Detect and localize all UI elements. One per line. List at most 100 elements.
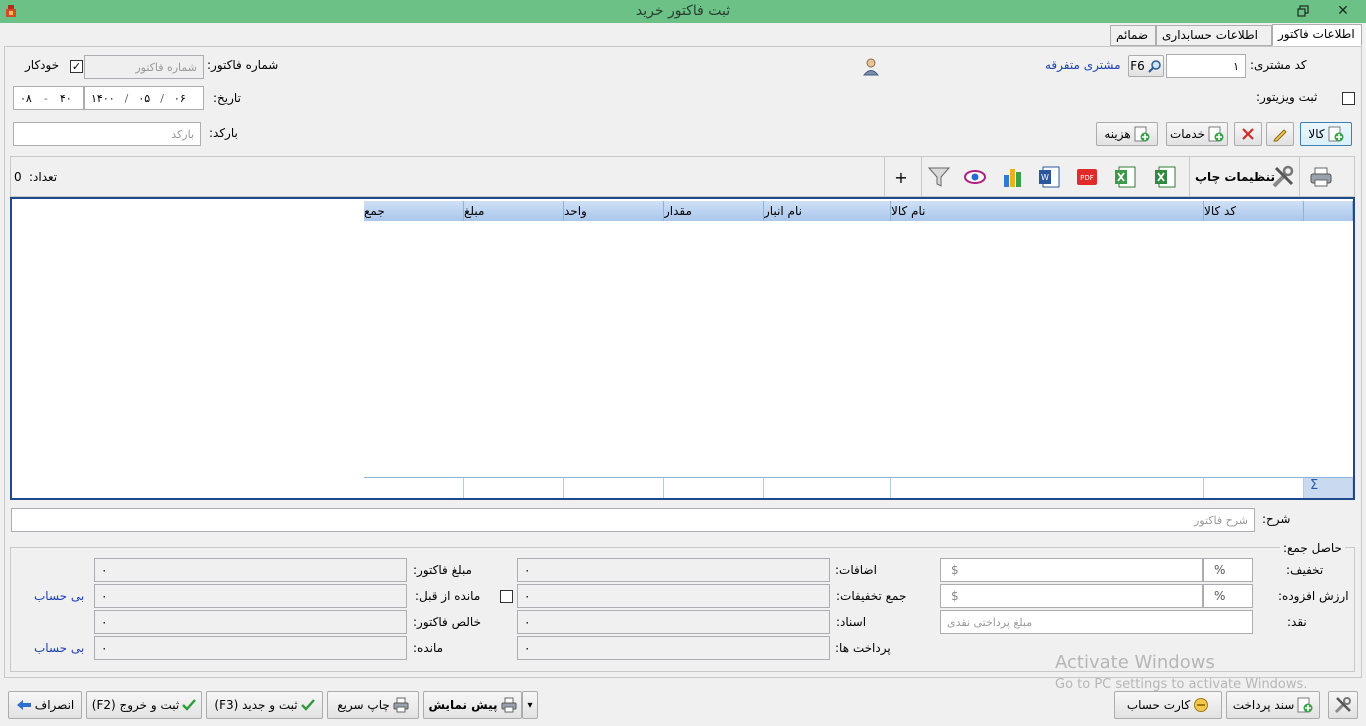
tab-attachments[interactable]: ضمائم (1110, 25, 1156, 46)
excel-icon[interactable] (1149, 161, 1181, 193)
grid-header-quantity[interactable]: مقدار (664, 201, 764, 221)
net-invoice-value: ۰ (101, 615, 108, 629)
discount-amount-input[interactable]: $ (940, 558, 1203, 582)
add-expense-icon (1134, 126, 1150, 142)
save-new-button[interactable]: ثبت و جدید (F3) (206, 691, 323, 719)
search-icon (1148, 59, 1162, 73)
checkmark-icon (182, 698, 197, 712)
invoice-amount-value: ۰ (101, 563, 108, 577)
payment-document-button[interactable]: سند پرداخت (1226, 691, 1320, 719)
grid-header-unit[interactable]: واحد (564, 201, 664, 221)
restore-icon[interactable] (1290, 0, 1316, 22)
delete-button[interactable] (1234, 122, 1262, 146)
vat-percent-input[interactable]: % (1203, 584, 1253, 608)
grid-header-total[interactable]: جمع (364, 201, 464, 221)
date-year: ۱۴۰۰ (91, 91, 115, 105)
total-discounts-label: جمع تخفیفات: (836, 589, 907, 603)
previous-balance-value: ۰ (101, 589, 108, 603)
grid-header-amount[interactable]: مبلغ (464, 201, 564, 221)
back-arrow-icon (16, 697, 32, 713)
discount-label: تخفیف: (1286, 563, 1324, 577)
add-goods-button[interactable]: کالا (1300, 122, 1352, 146)
add-services-button[interactable]: خدمات (1166, 122, 1228, 146)
printer-icon (501, 697, 517, 713)
save-exit-button[interactable]: ثبت و خروج (F2) (86, 691, 202, 719)
checkmark-icon (300, 698, 315, 712)
count-label: تعداد: (29, 170, 58, 184)
invoice-number-field[interactable]: شماره فاکتور (84, 55, 204, 79)
balance-value: ۰ (101, 641, 108, 655)
printer-icon[interactable] (1305, 161, 1337, 193)
net-invoice-field: ۰ (94, 610, 407, 634)
chart-icon[interactable] (997, 161, 1029, 193)
grid-header-name[interactable]: نام کالا (891, 201, 1204, 221)
pdf-icon[interactable]: PDF (1071, 161, 1103, 193)
previous-balance-checkbox[interactable] (500, 590, 513, 603)
description-label: شرح: (1262, 512, 1291, 526)
eye-icon[interactable] (959, 161, 991, 193)
cash-label: نقد: (1287, 615, 1307, 629)
barcode-placeholder: بارکد (171, 127, 194, 141)
grid-toolbar: تنظیمات چاپ PDF W + تعداد: 0 (10, 156, 1355, 197)
add-expense-button[interactable]: هزینه (1096, 122, 1158, 146)
vat-percent-sign: % (1214, 589, 1226, 603)
customer-code-input[interactable]: ۱ (1166, 54, 1246, 78)
cash-placeholder: مبلغ پرداختی نقدی (947, 615, 1033, 629)
tab-accounting-info[interactable]: اطلاعات حسابداری (1156, 25, 1272, 46)
add-row-button[interactable]: + (885, 161, 917, 193)
grid-header-code[interactable]: کد کالا (1204, 201, 1304, 221)
excel-export-icon[interactable] (1109, 161, 1141, 193)
tools-icon (1334, 696, 1352, 714)
vat-amount-input[interactable]: $ (940, 584, 1203, 608)
time-input[interactable]: ۰۸ - ۴۰ (13, 86, 84, 110)
cancel-button[interactable]: انصراف (8, 691, 82, 719)
invoice-amount-field: ۰ (94, 558, 407, 582)
quick-print-button[interactable]: چاپ سریع (327, 691, 419, 719)
count-value: 0 (14, 170, 22, 184)
totals-group-label: حاصل جمع: (1280, 541, 1345, 555)
filter-icon[interactable] (923, 161, 955, 193)
no-account-link-1[interactable]: بی حساب (34, 589, 84, 603)
sum-icon: Σ (1304, 477, 1353, 498)
time-hour: ۰۸ (20, 91, 32, 105)
payments-value: ۰ (524, 641, 531, 655)
customer-code-label: کد مشتری: (1250, 58, 1307, 72)
edit-button[interactable] (1266, 122, 1294, 146)
customer-lookup-button[interactable]: F6 (1128, 55, 1164, 77)
time-sep: - (43, 91, 48, 105)
grid-header-warehouse[interactable]: نام انبار (764, 201, 891, 221)
add-services-icon (1208, 126, 1224, 142)
close-icon[interactable]: ✕ (1330, 0, 1356, 22)
pdf-text: PDF (1080, 174, 1094, 182)
word-icon[interactable]: W (1033, 161, 1065, 193)
discount-percent-input[interactable]: % (1203, 558, 1253, 582)
discount-currency-sign: $ (951, 563, 959, 577)
user-icon[interactable] (862, 58, 880, 76)
footer-cell-amount (464, 477, 564, 498)
preview-dropdown-button[interactable]: ▾ (522, 691, 538, 719)
date-day: ۰۶ (173, 91, 186, 105)
barcode-input[interactable]: بارکد (13, 122, 201, 146)
cash-input[interactable]: مبلغ پرداختی نقدی (940, 610, 1253, 634)
account-card-button[interactable]: کارت حساب (1114, 691, 1222, 719)
activation-watermark-title: Activate Windows (1055, 652, 1215, 673)
date-sep-2: / (160, 91, 164, 105)
no-account-link-2[interactable]: بی حساب (34, 641, 84, 655)
customer-name-link[interactable]: مشتری متفرقه (1045, 58, 1121, 72)
preview-label: پیش نمایش (428, 698, 498, 712)
description-input[interactable]: شرح فاکتور (11, 508, 1255, 532)
visitor-checkbox[interactable] (1342, 92, 1355, 105)
previous-balance-label: مانده از قبل: (415, 589, 481, 603)
items-grid[interactable]: کد کالا نام کالا نام انبار مقدار واحد مب… (10, 197, 1355, 500)
settings-button[interactable] (1328, 691, 1358, 719)
account-card-label: کارت حساب (1126, 698, 1191, 712)
date-input[interactable]: ۱۴۰۰ / ۰۵ / ۰۶ (84, 86, 204, 110)
coin-icon (1193, 697, 1209, 713)
print-settings-label[interactable]: تنظیمات چاپ (1195, 170, 1275, 184)
tab-invoice-info[interactable]: اطلاعات فاکتور (1272, 24, 1362, 46)
auto-checkbox[interactable]: ✓ (70, 60, 83, 73)
add-document-icon (1297, 697, 1313, 713)
preview-button[interactable]: پیش نمایش (423, 691, 522, 719)
date-sep-1: / (124, 91, 129, 105)
customer-code-value: ۱ (1233, 59, 1239, 73)
